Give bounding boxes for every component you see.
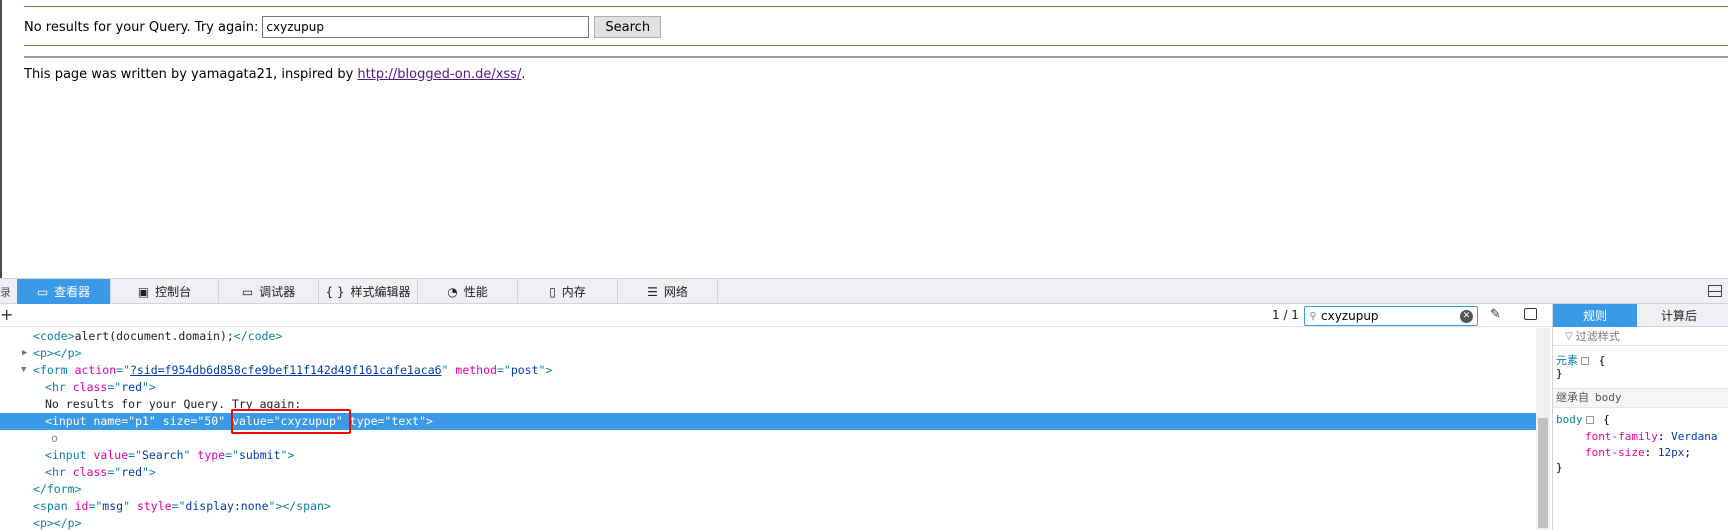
body-rule-close: } [1556, 461, 1563, 474]
inspector-toolbar: + 1 / 1 ⚲ ✕ ✎ [0, 304, 1552, 327]
body-rule: body { [1556, 413, 1610, 426]
tab-memory[interactable]: ▯ 内存 [518, 279, 618, 304]
filter-icon: ▽ [1565, 331, 1573, 342]
debugger-icon: ▭ [241, 284, 254, 299]
console-icon: ▣ [137, 284, 150, 299]
css-declaration[interactable]: font-family: Verdana [1585, 430, 1717, 443]
inherited-from-header: 继承自 body [1553, 388, 1728, 408]
add-node-icon[interactable]: + [0, 305, 13, 325]
pick-element-icon[interactable]: 录 [0, 284, 10, 298]
tab-label: 内存 [561, 285, 586, 299]
no-results-message: No results for your Query. Try again: [24, 19, 259, 35]
markup-line[interactable]: <code>alert(document.domain);</code> [0, 328, 1536, 345]
tab-debugger[interactable]: ▭ 调试器 [219, 279, 319, 304]
tab-label: 查看器 [54, 285, 91, 299]
markup-line[interactable]: <input value="Search" type="submit"> [0, 447, 1536, 464]
memory-icon: ▯ [549, 284, 556, 299]
css-declaration[interactable]: font-size: 12px; [1585, 446, 1691, 459]
rules-sidebar: 规则 计算后 ▽ 元素 { } 继承自body body { font-fami… [1552, 304, 1728, 530]
element-rule-close: } [1556, 367, 1563, 380]
rule-square-icon [1585, 416, 1594, 424]
tab-label: 调试器 [259, 285, 296, 299]
blogged-on-link[interactable]: http://blogged-on.de/xss/ [357, 67, 521, 82]
search-icon: ⚲ [1309, 310, 1317, 322]
bottom-red-rule [24, 45, 1728, 46]
scrollbar-thumb[interactable] [1538, 418, 1548, 528]
network-icon: ☰ [647, 284, 658, 299]
rule-square-icon [1581, 357, 1589, 365]
page-divider [24, 56, 1728, 58]
filter-styles-input[interactable] [1575, 330, 1716, 343]
tab-rules[interactable]: 规则 [1553, 304, 1637, 327]
left-border [0, 0, 2, 278]
devtools-panel: 录 ▭ 查看器 ▣ 控制台 ▭ 调试器 { } 样式编辑器 ◔ 性能 ▯ 内存 … [0, 278, 1728, 530]
page-viewport: No results for your Query. Try again: Se… [0, 0, 1728, 278]
sidebar-tabbar: 规则 计算后 [1553, 304, 1728, 327]
markup-line[interactable]: <hr class="red"> [0, 464, 1536, 481]
tab-inspector[interactable]: ▭ 查看器 [17, 279, 111, 304]
markup-line[interactable]: <p></p> [0, 515, 1536, 530]
footer-suffix: . [521, 67, 526, 82]
tab-label: 网络 [663, 285, 688, 299]
inspector-icon: ▭ [36, 284, 49, 299]
markup-line[interactable]: ▶ <p></p> [0, 345, 1536, 362]
markup-line[interactable]: <hr class="red"> [0, 379, 1536, 396]
markup-line[interactable]: ▼ <form action="?sid=f954db6d858cfe9bef11… [0, 362, 1536, 379]
toggle-sidebar-icon[interactable] [1524, 308, 1537, 320]
collapse-triangle-icon[interactable]: ▼ [21, 362, 26, 379]
eyedropper-icon[interactable]: ✎ [1490, 307, 1501, 322]
tab-computed[interactable]: 计算后 [1637, 304, 1721, 327]
search-match-count: 1 / 1 [1272, 308, 1299, 322]
filter-styles[interactable]: ▽ [1553, 328, 1728, 346]
top-red-rule [24, 6, 1728, 7]
inspector-search-box[interactable]: ⚲ ✕ [1304, 306, 1478, 326]
tab-label: 控制台 [155, 285, 192, 299]
devtools-tabbar: 录 ▭ 查看器 ▣ 控制台 ▭ 调试器 { } 样式编辑器 ◔ 性能 ▯ 内存 … [0, 279, 1728, 304]
footer-text: This page was written by yamagata21, ins… [24, 67, 525, 82]
footer-prefix: This page was written by yamagata21, ins… [24, 67, 358, 82]
clear-search-icon[interactable]: ✕ [1460, 310, 1473, 323]
element-rule: 元素 { [1556, 354, 1606, 367]
annotation-highlight-box [231, 409, 351, 434]
tab-network[interactable]: ☰ 网络 [618, 279, 718, 304]
performance-icon: ◔ [447, 284, 458, 299]
tab-performance[interactable]: ◔ 性能 [418, 279, 518, 304]
inspector-search-input[interactable] [1321, 309, 1451, 323]
style-editor-icon: { } [325, 284, 345, 299]
tab-style-editor[interactable]: { } 样式编辑器 [319, 279, 418, 304]
tab-label: 样式编辑器 [350, 285, 411, 299]
search-button[interactable]: Search [594, 16, 662, 38]
search-form: No results for your Query. Try again: Se… [24, 15, 662, 39]
tab-console[interactable]: ▣ 控制台 [111, 279, 219, 304]
dock-layout-icon[interactable] [1708, 285, 1722, 297]
expand-triangle-icon[interactable]: ▶ [22, 345, 27, 362]
markup-line[interactable]: <span id="msg" style="display:none"></sp… [0, 498, 1536, 515]
query-input[interactable] [262, 16, 590, 38]
tab-label: 性能 [463, 285, 488, 299]
markup-scrollbar[interactable] [1536, 328, 1550, 530]
markup-line[interactable]: </form> [0, 481, 1536, 498]
